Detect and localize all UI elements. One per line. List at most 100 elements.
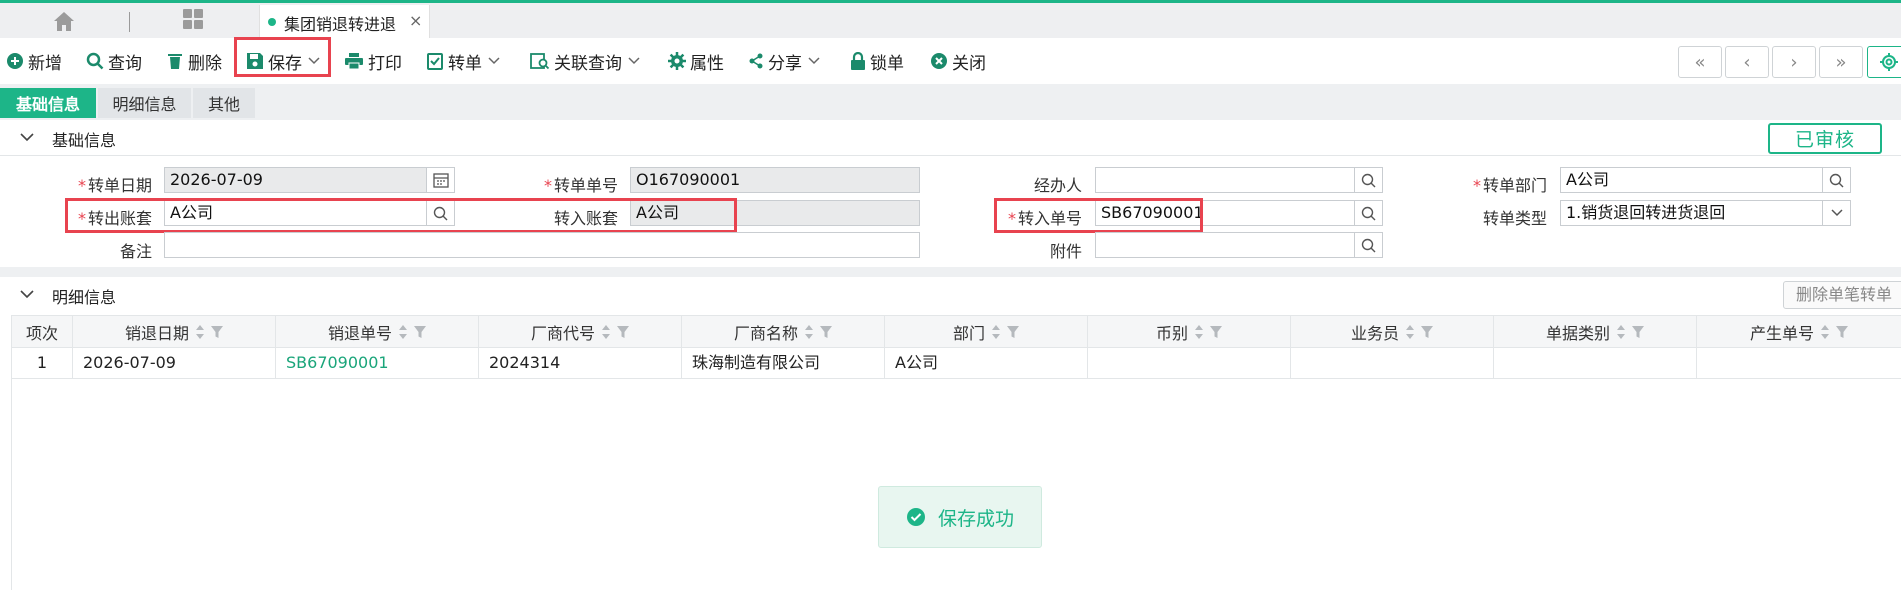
col-generated-no-header[interactable]: 产生单号 (1697, 316, 1901, 348)
filter-icon[interactable] (1632, 325, 1644, 339)
filter-icon[interactable] (1007, 325, 1019, 339)
sort-icon[interactable] (601, 324, 611, 340)
first-record-button[interactable]: « (1678, 46, 1722, 78)
new-button[interactable]: 新增 (6, 48, 62, 74)
filter-icon[interactable] (1210, 325, 1222, 339)
chevron-down-icon[interactable] (20, 286, 34, 302)
calendar-button[interactable] (426, 167, 455, 193)
close-label: 关闭 (952, 53, 986, 74)
col-vendor-code-header[interactable]: 厂商代号 (479, 316, 682, 348)
handler-search-button[interactable] (1354, 167, 1383, 193)
col-return-date-header[interactable]: 销退日期 (73, 316, 276, 348)
next-record-button[interactable]: › (1772, 46, 1816, 78)
print-button[interactable]: 打印 (344, 48, 402, 74)
tab-basic-info[interactable]: 基础信息 (0, 88, 96, 118)
grid-icon[interactable] (182, 8, 204, 30)
plus-circle-icon (7, 53, 23, 69)
related-query-label: 关联查询 (554, 53, 622, 74)
transfer-type-select[interactable]: 1.销货退回转进货退回 (1560, 200, 1823, 226)
chevron-down-icon[interactable] (488, 57, 500, 65)
table-row[interactable]: 1 2026-07-09 SB67090001 2024314 珠海制造有限公司 A公司 (12, 348, 1901, 379)
col-vendor-name-header[interactable]: 厂商名称 (682, 316, 885, 348)
delete-row-button[interactable]: 删除单笔转单 (1783, 281, 1901, 309)
column-tools (991, 324, 1019, 340)
chevron-down-icon[interactable] (628, 57, 640, 65)
label-text: 转单单号 (553, 176, 618, 195)
type-dropdown-button[interactable] (1822, 200, 1851, 226)
column-tools (1820, 324, 1848, 340)
column-tools (1194, 324, 1222, 340)
tab-status-dot (268, 18, 276, 26)
sort-icon[interactable] (1405, 324, 1415, 340)
search-icon (1361, 206, 1376, 220)
filter-icon[interactable] (1421, 325, 1433, 339)
search-icon (1361, 238, 1376, 252)
sort-icon[interactable] (195, 324, 205, 340)
book-highlight (65, 198, 737, 233)
share-button[interactable]: 分享 (748, 48, 824, 74)
column-title: 厂商代号 (530, 324, 595, 343)
handler-field[interactable] (1095, 167, 1355, 193)
filter-icon[interactable] (820, 325, 832, 339)
filter-icon[interactable] (1836, 325, 1848, 339)
sort-icon[interactable] (1616, 324, 1626, 340)
success-toast: 保存成功 (878, 486, 1042, 548)
attachment-search-button[interactable] (1354, 232, 1383, 258)
lock-icon (851, 52, 865, 70)
remark-field[interactable] (164, 232, 920, 258)
tab-other[interactable]: 其他 (193, 88, 255, 118)
home-icon[interactable] (52, 10, 76, 32)
prev-record-button[interactable]: ‹ (1725, 46, 1769, 78)
basic-info-header[interactable]: 基础信息 (0, 120, 1901, 156)
query-label: 查询 (108, 53, 142, 74)
sort-icon[interactable] (1194, 324, 1204, 340)
attachment-field[interactable] (1095, 232, 1355, 258)
sort-icon[interactable] (1820, 324, 1830, 340)
label-text: 转单日期 (87, 176, 152, 195)
chevron-down-icon (1830, 209, 1843, 217)
tab-active[interactable]: 集团销退转进退 × (259, 5, 430, 41)
sort-icon[interactable] (398, 324, 408, 340)
settings-button[interactable] (1867, 46, 1901, 78)
col-doc-type-header[interactable]: 单据类别 (1494, 316, 1697, 348)
filter-icon[interactable] (617, 325, 629, 339)
col-currency-header[interactable]: 币别 (1088, 316, 1291, 348)
transfer-dept-field[interactable]: A公司 (1560, 167, 1823, 193)
col-return-no-header[interactable]: 销退单号 (276, 316, 479, 348)
transfer-no-label: * 转单单号 (528, 172, 618, 196)
required-mark: * (543, 176, 552, 195)
query-button[interactable]: 查询 (86, 48, 142, 74)
sort-icon[interactable] (991, 324, 1001, 340)
detail-info-header[interactable]: 明细信息 (0, 277, 1901, 313)
in-no-search-button[interactable] (1354, 200, 1383, 226)
convert-button[interactable]: 转单 (426, 48, 504, 74)
col-dept-header[interactable]: 部门 (885, 316, 1088, 348)
close-button[interactable]: 关闭 (930, 48, 986, 74)
col-index-header: 项次 (12, 316, 73, 348)
col-return-no-cell[interactable]: SB67090001 (276, 348, 479, 378)
close-icon[interactable]: × (409, 11, 422, 30)
convert-label: 转单 (448, 53, 482, 74)
col-salesman-header[interactable]: 业务员 (1291, 316, 1494, 348)
tab-bar: 集团销退转进退 × (0, 0, 1901, 41)
toast-message: 保存成功 (937, 507, 1014, 530)
related-query-button[interactable]: 关联查询 (530, 48, 644, 74)
transfer-date-field[interactable]: 2026-07-09 (164, 167, 427, 193)
transfer-no-field[interactable]: O167090001 (630, 167, 920, 193)
section-title: 明细信息 (52, 288, 117, 307)
last-record-button[interactable]: » (1819, 46, 1863, 78)
column-tools (1616, 324, 1644, 340)
chevron-down-icon[interactable] (808, 57, 820, 65)
lock-button[interactable]: 锁单 (850, 48, 904, 74)
filter-icon[interactable] (211, 325, 223, 339)
dept-search-button[interactable] (1822, 167, 1851, 193)
properties-label: 属性 (690, 53, 724, 74)
calendar-icon (432, 173, 449, 188)
tab-detail-info[interactable]: 明细信息 (98, 88, 191, 118)
properties-button[interactable]: 属性 (668, 48, 724, 74)
chevron-down-icon[interactable] (20, 129, 34, 145)
close-circle-icon (931, 53, 947, 69)
filter-icon[interactable] (414, 325, 426, 339)
sort-icon[interactable] (804, 324, 814, 340)
delete-button[interactable]: 删除 (166, 48, 222, 74)
